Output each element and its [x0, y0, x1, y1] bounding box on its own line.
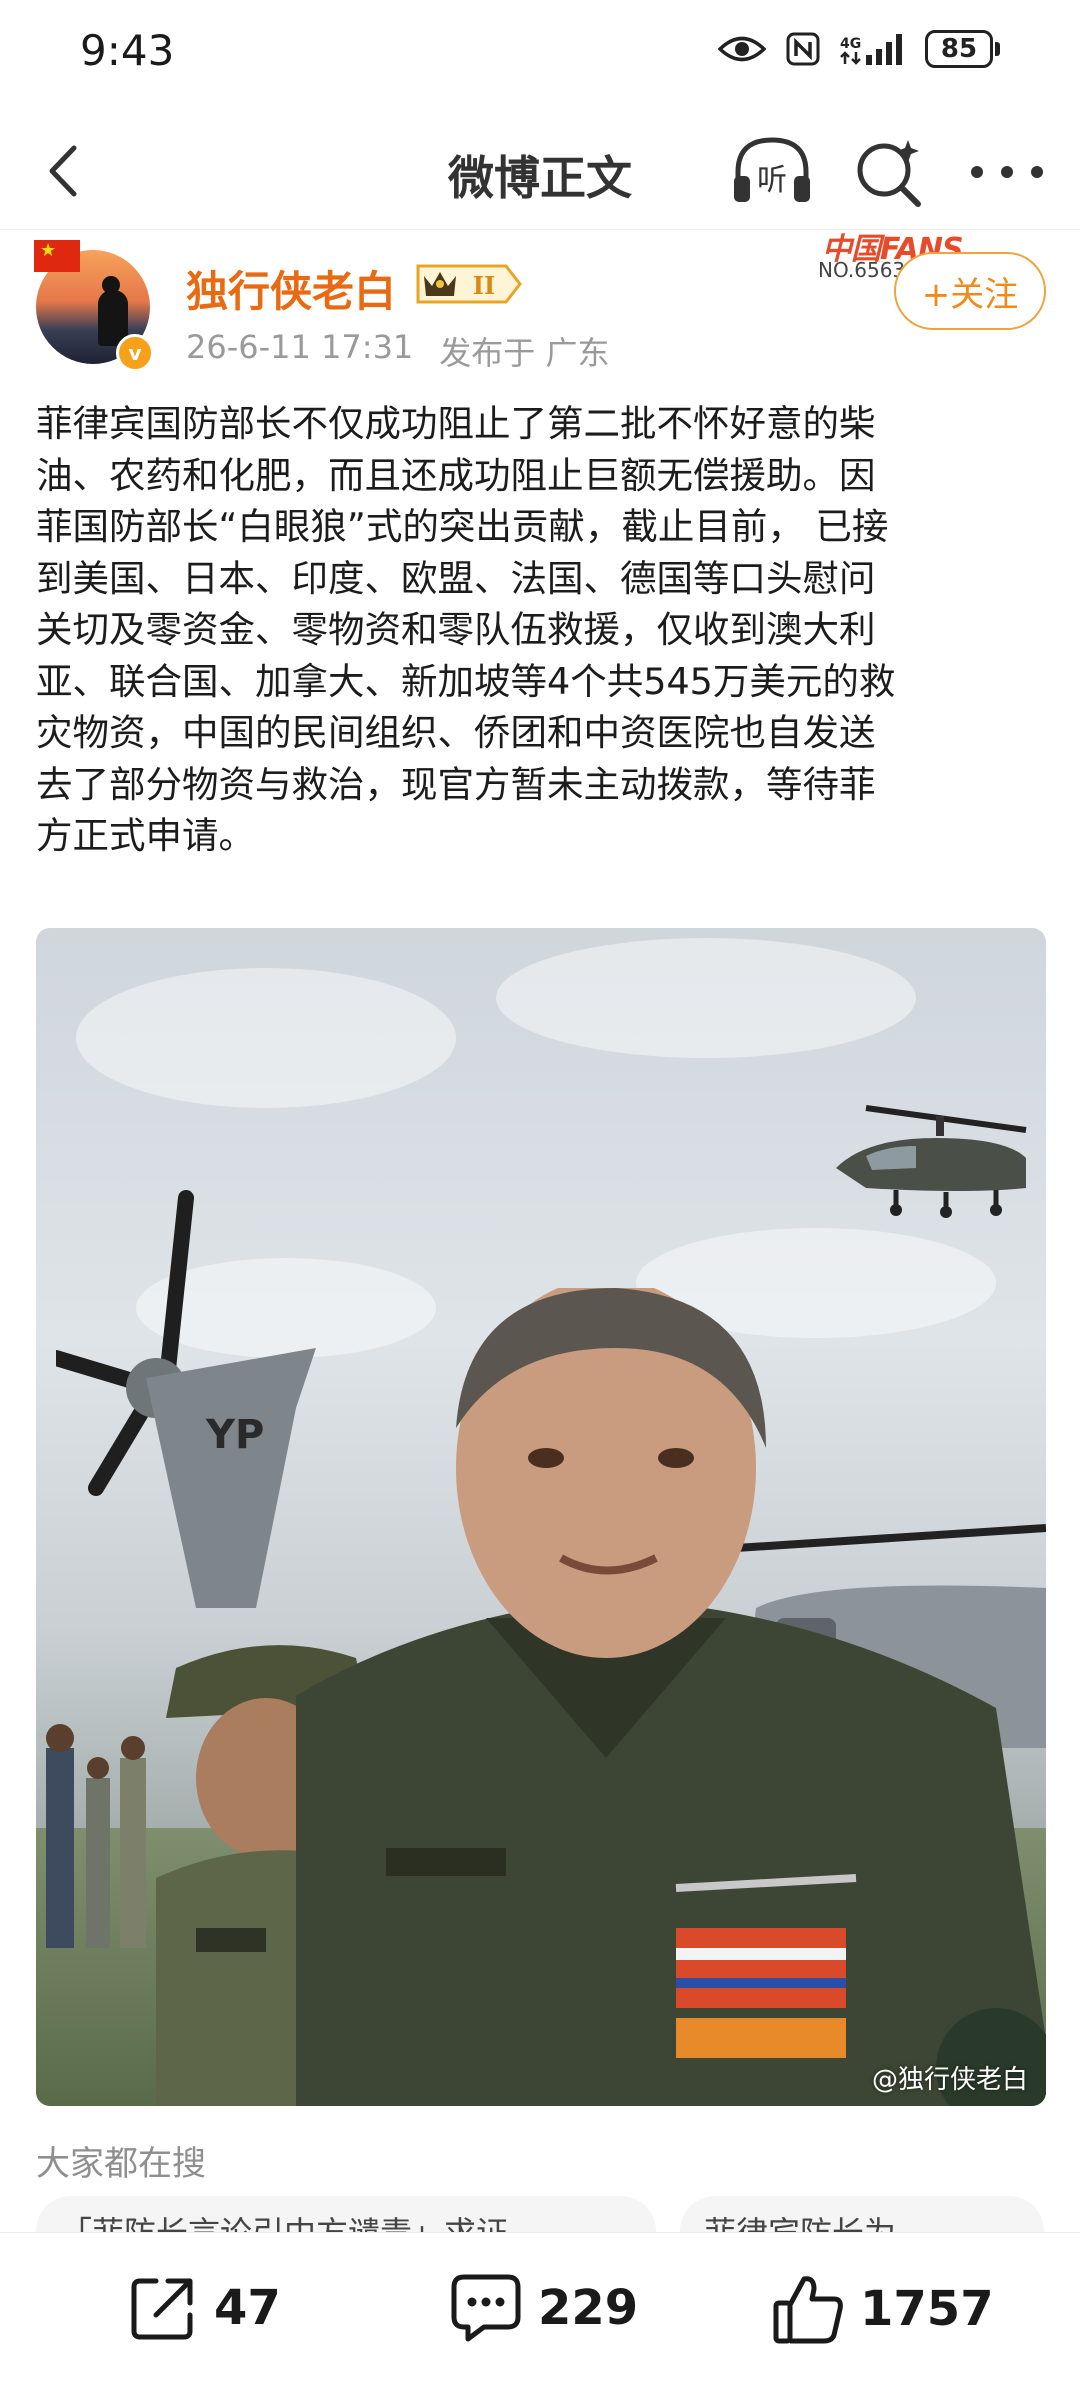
svg-text:YP: YP — [205, 1412, 264, 1458]
share-count: 47 — [214, 2280, 281, 2336]
battery-level: 85 — [925, 30, 993, 68]
author-name[interactable]: 独行侠老白 — [186, 258, 396, 319]
fans-badge-number: NO.6563 — [818, 258, 906, 282]
comment-icon — [451, 2274, 521, 2342]
trending-title: 大家都在搜 — [36, 2144, 206, 2184]
battery-icon: 85 — [925, 30, 1000, 68]
listen-icon[interactable]: 听 — [730, 132, 814, 208]
comment-button[interactable]: 229 — [448, 2271, 638, 2345]
search-icon[interactable] — [850, 132, 930, 212]
comment-count: 229 — [538, 2280, 639, 2336]
post-timestamp: 26-6-11 17:31 — [186, 328, 414, 366]
officer-figure — [296, 1288, 1046, 2106]
nfc-icon — [786, 32, 820, 66]
more-icon[interactable] — [962, 132, 1052, 212]
share-button[interactable]: 47 — [126, 2271, 281, 2345]
post-location: 发布于 广东 — [439, 334, 610, 372]
level-badge-label: II — [473, 271, 495, 300]
background-crowd — [46, 1724, 146, 1948]
helicopter-icon — [836, 1105, 1027, 1218]
action-bar: 47 229 1757 — [0, 2232, 1080, 2390]
post-photo[interactable]: YP @独行侠老白 — [36, 928, 1046, 2106]
network-label: 4G — [840, 36, 862, 52]
nav-bar: 微博正文 听 — [0, 110, 1080, 230]
follow-button[interactable]: +关注 — [894, 252, 1046, 330]
back-arrow-icon[interactable] — [30, 136, 100, 206]
thumbs-up-icon — [773, 2276, 843, 2344]
like-count: 1757 — [860, 2281, 994, 2337]
china-flag-icon: ★ — [34, 240, 80, 272]
listen-label: 听 — [757, 163, 787, 198]
photo-watermark: @独行侠老白 — [871, 2065, 1028, 2095]
level-badge-icon: II — [416, 264, 522, 304]
post-meta: 26-6-11 17:31 发布于 广东 — [186, 328, 609, 374]
verified-icon: v — [116, 334, 154, 372]
network-indicator: 4G — [840, 33, 905, 65]
data-arrows-icon — [840, 51, 861, 65]
status-icons: 4G 85 — [718, 30, 1000, 68]
status-bar: 9:43 4G 85 — [0, 0, 1080, 110]
share-icon — [131, 2278, 193, 2340]
status-time: 9:43 — [80, 26, 175, 75]
eye-icon — [718, 36, 766, 62]
like-button[interactable]: 1757 — [770, 2271, 994, 2347]
signal-icon — [866, 34, 902, 65]
post-text: 菲律宾国防部长不仅成功阻止了第二批不怀好意的柴 油、农药和化肥，而且还成功阻止巨… — [36, 402, 896, 857]
